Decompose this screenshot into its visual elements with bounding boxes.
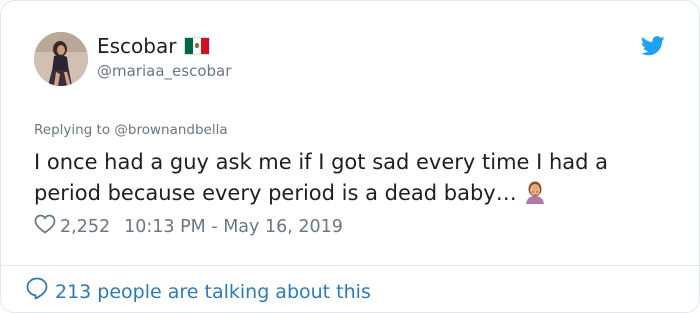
- twitter-bird-icon[interactable]: [640, 36, 665, 60]
- tweet-text: I once had a guy ask me if I got sad eve…: [34, 147, 674, 213]
- replying-prefix: Replying to: [34, 122, 115, 138]
- facepalm-emoji-icon: [523, 180, 547, 213]
- replying-to-line: Replying to @brownandbella: [34, 121, 228, 139]
- display-name[interactable]: Escobar: [97, 34, 176, 58]
- reply-to-handle[interactable]: @brownandbella: [114, 122, 227, 138]
- avatar-photo: [34, 32, 88, 86]
- talking-about-label[interactable]: 213 people are talking about this: [55, 279, 371, 305]
- avatar[interactable]: [34, 32, 88, 86]
- talking-about-link[interactable]: 213 people are talking about this: [25, 276, 371, 307]
- mexico-flag-icon: [184, 37, 211, 55]
- divider: [1, 265, 699, 266]
- author-name-row[interactable]: Escobar: [97, 34, 211, 58]
- tweet-card: Escobar @mariaa_escobar Replying to @bro…: [0, 0, 700, 313]
- heart-icon[interactable]: [34, 214, 56, 240]
- comment-bubble-icon: [25, 276, 49, 307]
- author-handle[interactable]: @mariaa_escobar: [97, 61, 231, 81]
- timestamp[interactable]: 10:13 PM - May 16, 2019: [124, 216, 343, 238]
- tweet-meta: 2,252 10:13 PM - May 16, 2019: [34, 214, 343, 240]
- like-count[interactable]: 2,252: [60, 216, 110, 238]
